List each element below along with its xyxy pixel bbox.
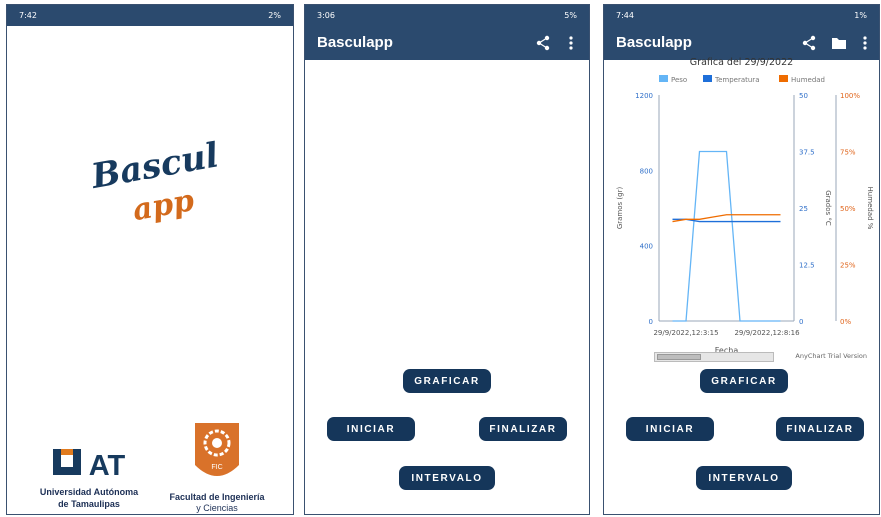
uat-logo-letters: AT [89,450,126,481]
app-title: Basculapp [616,34,692,51]
legend-label-peso: Peso [671,76,687,84]
finalizar-button[interactable]: FINALIZAR [479,417,567,441]
chart-scroller[interactable] [654,352,774,362]
legend-swatch-humedad [779,75,788,82]
status-time: 7:44 [616,11,634,20]
tick-humedad-3: 75% [840,149,856,157]
tick-humedad-4: 100% [840,92,860,100]
legend-label-humedad: Humedad [791,76,825,84]
status-time: 7:42 [19,11,37,20]
status-bar: 3:06 5% [305,5,589,26]
legend-swatch-peso [659,75,668,82]
tick-gramos-0: 0 [649,318,653,326]
tick-humedad-0: 0% [840,318,851,326]
legend-swatch-temperatura [703,75,712,82]
tick-gramos-2: 800 [640,167,653,175]
x-tick-0: 29/9/2022,12:3:15 [653,329,718,337]
chart-svg: Peso Temperatura Humedad 0 400 800 1200 0 12.5 25… [616,75,874,355]
logo-text-app: app [130,183,197,228]
status-battery: 2% [268,11,281,20]
main-screen: 3:06 5% Basculapp GRAFICAR INICIAR FINAL… [304,4,590,515]
status-time: 3:06 [317,11,335,20]
graficar-button[interactable]: GRAFICAR [700,369,788,393]
chart-scroller-thumb[interactable] [657,354,701,360]
app-bar: Basculapp [305,26,589,60]
chart-screen: 7:44 1% Basculapp Grafica del 29/9/2022 … [603,4,880,515]
share-icon[interactable] [535,35,551,51]
tick-gramos-3: 1200 [635,92,653,100]
fic-badge-text: FIC [211,464,222,471]
fic-name: Facultad de Ingeniería [169,492,265,502]
uat-name-line2: de Tamaulipas [58,499,120,509]
graficar-button[interactable]: GRAFICAR [403,369,491,393]
fic-logo-block: FIC Facultad de Ingeniería y Ciencias [157,421,277,514]
trial-label: AnyChart Trial Version [795,352,867,360]
axis-title-grados: Grados °C [824,190,832,226]
more-vert-icon[interactable] [563,35,579,51]
splash-screen: 7:42 2% Bascul app AT Universidad Autóno… [6,4,294,515]
fic-sub: y Ciencias [196,503,238,513]
intervalo-button[interactable]: INTERVALO [399,466,495,490]
series-line-peso [672,150,781,322]
basculapp-logo: Bascul app [87,135,221,228]
iniciar-button[interactable]: INICIAR [327,417,415,441]
finalizar-button[interactable]: FINALIZAR [776,417,864,441]
uat-name-line1: Universidad Autónoma [39,487,139,497]
series-line-humedad [672,214,781,223]
x-tick-1: 29/9/2022,12:8:16 [734,329,800,337]
tick-gramos-1: 400 [640,243,653,251]
tick-grados-2: 25 [799,205,808,213]
app-title: Basculapp [317,34,393,51]
status-battery: 5% [564,11,577,20]
status-battery: 1% [854,11,867,20]
tick-grados-0: 0 [799,318,803,326]
logo-text-bascul: Bascul [87,135,221,197]
uat-logo-block: AT Universidad Autónoma de Tamaulipas [29,445,149,510]
status-bar: 7:42 2% [7,5,293,26]
tick-grados-1: 12.5 [799,262,815,270]
tick-grados-4: 50 [799,92,808,100]
folder-icon[interactable] [831,35,847,51]
axis-title-humedad: Humedad % [866,187,874,230]
legend-label-temperatura: Temperatura [714,76,759,84]
intervalo-button[interactable]: INTERVALO [696,466,792,490]
fic-shield-icon: FIC [195,423,239,476]
status-bar: 7:44 1% [604,5,879,26]
app-bar: Basculapp [604,26,879,60]
share-icon[interactable] [801,35,817,51]
tick-humedad-2: 50% [840,205,856,213]
axis-title-gramos: Gramos (gr) [616,187,624,230]
uat-logo: AT [53,449,126,482]
tick-grados-3: 37.5 [799,149,815,157]
iniciar-button[interactable]: INICIAR [626,417,714,441]
tick-humedad-1: 25% [840,262,856,270]
more-vert-icon[interactable] [857,35,873,51]
